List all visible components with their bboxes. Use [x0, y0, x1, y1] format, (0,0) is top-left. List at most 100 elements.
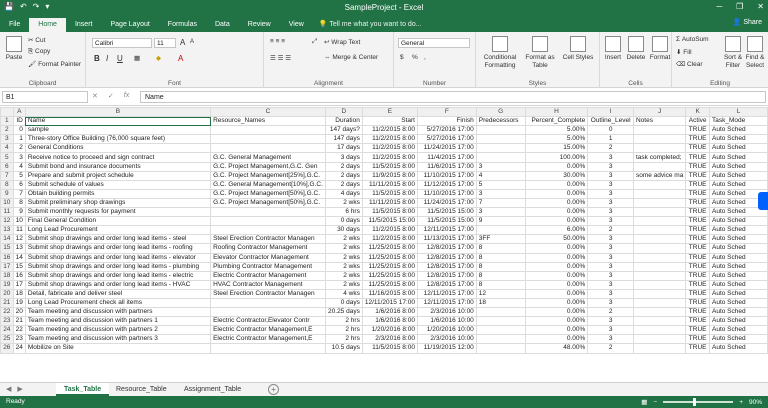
cell[interactable]: 3	[587, 188, 634, 199]
cell[interactable]: TRUE	[685, 152, 710, 163]
cell[interactable]: Duration	[324, 116, 363, 127]
cell[interactable]: 2 wks	[324, 243, 363, 254]
cell[interactable]	[632, 261, 687, 272]
cell[interactable]: 6 hrs	[324, 207, 363, 218]
cell[interactable]: sample	[24, 125, 212, 136]
next-sheet-icon[interactable]: ▶	[17, 385, 22, 393]
cell[interactable]: Auto Sched	[709, 161, 768, 172]
row-header[interactable]: 14	[0, 234, 14, 245]
cell[interactable]: TRUE	[685, 125, 710, 136]
cell[interactable]: Team meeting and discussion with partner…	[24, 325, 212, 336]
cell[interactable]: 7	[475, 197, 526, 209]
sheet-tab-resource-table[interactable]: Resource_Table	[108, 383, 175, 396]
cell[interactable]: Auto Sched	[709, 307, 768, 318]
cell[interactable]	[632, 216, 687, 227]
cell[interactable]: Electric Contractor,Elevator Contr	[210, 316, 326, 327]
format-cells-button[interactable]: Format	[648, 36, 672, 62]
top-align-icon[interactable]: ≡ ≡ ≡	[270, 38, 285, 45]
cell[interactable]: Resource_Names	[210, 116, 326, 127]
enter-icon[interactable]: ✓	[108, 92, 114, 100]
cell[interactable]: 11/25/2015 8:00	[361, 270, 418, 281]
cell[interactable]: 0 days	[324, 297, 363, 309]
cell[interactable]: TRUE	[685, 288, 710, 299]
cell[interactable]: 8	[475, 270, 526, 281]
cell[interactable]: 8	[475, 261, 526, 272]
cell[interactable]: Auto Sched	[709, 279, 768, 290]
row-header[interactable]: 22	[0, 307, 14, 318]
cell[interactable]: Team meeting and discussion with partner…	[24, 334, 212, 345]
column-header[interactable]: K	[685, 107, 710, 118]
cell[interactable]: Active	[685, 116, 710, 127]
minimize-icon[interactable]: ─	[716, 2, 722, 11]
row-header[interactable]: 11	[0, 207, 14, 218]
cell[interactable]: 2 wks	[324, 261, 363, 272]
row-header[interactable]: 2	[0, 125, 14, 136]
cell[interactable]: 11/24/2015 17:00	[416, 197, 477, 209]
orientation-icon[interactable]: ⤢	[312, 38, 317, 46]
cell[interactable]: Start	[361, 116, 418, 127]
cell[interactable]: TRUE	[685, 307, 710, 318]
fill-color-icon[interactable]: ◆	[156, 54, 161, 62]
cell[interactable]: 0.00%	[524, 252, 589, 263]
tab-page-layout[interactable]: Page Layout	[101, 18, 158, 32]
cell[interactable]: 18	[12, 288, 26, 299]
cell[interactable]: Submit shop drawings and order long lead…	[24, 243, 212, 254]
cell[interactable]: Outline_Level	[587, 116, 634, 127]
cell[interactable]: 0.00%	[524, 216, 589, 227]
cell[interactable]: G.C. Project Management[50%],G.C.	[210, 188, 326, 199]
wrap-text-button[interactable]: ↩ Wrap Text	[324, 38, 360, 46]
row-header[interactable]: 8	[0, 179, 14, 190]
cell[interactable]: Electric Contractor Management	[210, 270, 326, 281]
cell[interactable]	[210, 225, 326, 236]
cell[interactable]: Elevator Contractor Management	[210, 252, 326, 263]
cell[interactable]: 21	[12, 316, 26, 327]
cell[interactable]: Auto Sched	[709, 288, 768, 299]
cell[interactable]: 3	[587, 261, 634, 272]
cell[interactable]: 17	[12, 279, 26, 290]
cell[interactable]: TRUE	[685, 197, 710, 209]
cell[interactable]: 2/3/2016 8:00	[361, 334, 418, 345]
cell[interactable]: 12	[475, 288, 526, 299]
cell[interactable]	[210, 134, 326, 145]
delete-cells-button[interactable]: Delete	[624, 36, 648, 62]
cell[interactable]: 0.00%	[524, 270, 589, 281]
cell[interactable]: 50.00%	[524, 234, 589, 245]
cell[interactable]: Auto Sched	[709, 334, 768, 345]
tab-formulas[interactable]: Formulas	[159, 18, 206, 32]
cell[interactable]: 3	[587, 234, 634, 245]
cell[interactable]: Final General Condition	[24, 216, 212, 227]
format-painter-button[interactable]: 🖌 Format Painter	[28, 60, 81, 68]
cell[interactable]: 0.00%	[524, 297, 589, 309]
column-header[interactable]: G	[475, 107, 526, 118]
cell[interactable]: 3	[587, 179, 634, 190]
cell[interactable]	[210, 216, 326, 227]
cell[interactable]: 11	[12, 225, 26, 236]
cell[interactable]: 0.00%	[524, 207, 589, 218]
column-header[interactable]: H	[524, 107, 589, 118]
cell[interactable]: 5	[475, 179, 526, 190]
cell[interactable]: 2/3/2016 10:00	[416, 307, 477, 318]
row-header[interactable]: 7	[0, 170, 14, 181]
comma-button[interactable]: ,	[424, 54, 426, 61]
row-header[interactable]: 26	[0, 343, 14, 354]
cell[interactable]	[210, 343, 326, 354]
cell[interactable]	[632, 125, 687, 136]
cell[interactable]: 2 wks	[324, 252, 363, 263]
format-as-table-button[interactable]: Format as Table	[522, 36, 558, 70]
cell[interactable]: Auto Sched	[709, 143, 768, 154]
cell[interactable]: 12/11/2015 17:00	[416, 297, 477, 309]
cell[interactable]: Auto Sched	[709, 170, 768, 181]
close-icon[interactable]: ✕	[757, 2, 764, 11]
cell[interactable]: Auto Sched	[709, 316, 768, 327]
cell[interactable]: 2	[587, 307, 634, 318]
column-header[interactable]: D	[324, 107, 363, 118]
cell[interactable]: 12/8/2015 17:00	[416, 261, 477, 272]
cell[interactable]	[210, 297, 326, 309]
row-header[interactable]: 20	[0, 288, 14, 299]
cell[interactable]: Name	[24, 116, 212, 127]
column-header[interactable]: A	[12, 107, 26, 118]
cell[interactable]	[475, 325, 526, 336]
cell[interactable]: 3FF	[475, 234, 526, 245]
cell[interactable]: 18	[475, 297, 526, 309]
sheet-tab-task-table[interactable]: Task_Table	[56, 383, 110, 396]
